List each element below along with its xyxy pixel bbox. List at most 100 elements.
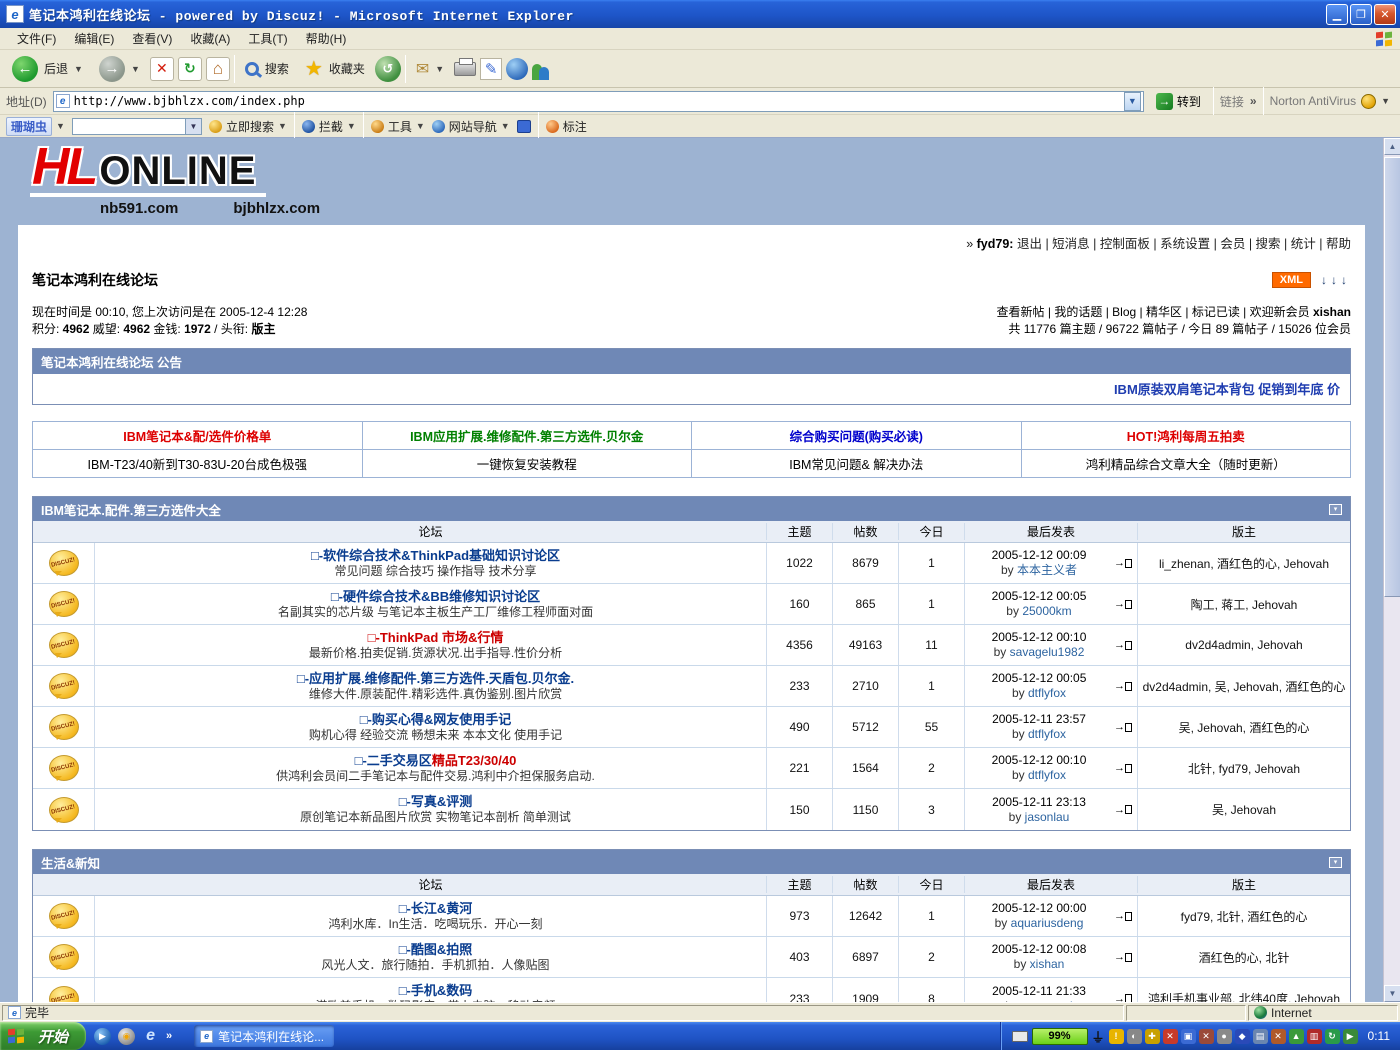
mail-dropdown-icon[interactable]: ▼	[435, 64, 444, 74]
vertical-scrollbar[interactable]: ▲ ▼	[1383, 138, 1400, 1002]
forum-title-link[interactable]: □-应用扩展.维修配件.第三方选件.天盾包.贝尔金.	[105, 671, 766, 687]
promo-link[interactable]: IBM常见问题& 解决办法	[692, 450, 1022, 478]
user-link[interactable]: 短消息	[1052, 237, 1090, 251]
refresh-button[interactable]: ↻	[178, 57, 202, 81]
coral-block-button[interactable]: 拦截 ▼	[302, 118, 356, 135]
address-dropdown-icon[interactable]: ▼	[1124, 92, 1141, 111]
forum-title-link[interactable]: □-酷图&拍照	[105, 942, 766, 958]
magnifier-tray-icon[interactable]: ●	[1217, 1029, 1232, 1044]
offline-monitor-icon[interactable]: ✕	[1163, 1029, 1178, 1044]
antivirus-icon[interactable]: ✚	[1145, 1029, 1160, 1044]
collapse-icon[interactable]: ▾	[1329, 857, 1342, 868]
user-link[interactable]: 搜索	[1256, 237, 1281, 251]
links-chevron-icon[interactable]: »	[1250, 94, 1257, 108]
goto-last-post-icon[interactable]: →	[1114, 910, 1132, 922]
start-button[interactable]: 开始	[0, 1022, 86, 1050]
quick-link[interactable]: 我的话题	[1054, 305, 1102, 319]
close-button[interactable]: ✕	[1374, 4, 1396, 25]
moderators[interactable]: 酒红色的心, 北针	[1138, 937, 1350, 977]
address-input[interactable]: e http://www.bjbhlzx.com/index.php ▼	[53, 91, 1144, 112]
norton-toolbar[interactable]: Norton AntiVirus ▼	[1270, 94, 1394, 109]
notepad-icon[interactable]	[517, 120, 531, 133]
home-button[interactable]: ⌂	[206, 57, 230, 81]
quick-link[interactable]: 标记已读	[1192, 305, 1240, 319]
moderators[interactable]: 陶工, 蒋工, Jehovah	[1138, 584, 1350, 624]
user-link[interactable]: 系统设置	[1160, 237, 1210, 251]
winamp-tray-icon[interactable]: ◐	[1127, 1029, 1142, 1044]
goto-last-post-icon[interactable]: →	[1114, 639, 1132, 651]
last-post-author[interactable]: aquariusdeng	[1011, 916, 1084, 930]
moderators[interactable]: 吴, Jehovah	[1138, 789, 1350, 830]
last-post-author[interactable]: xishan	[1030, 957, 1065, 971]
network-icon[interactable]: ▣	[1181, 1029, 1196, 1044]
user-link[interactable]: 控制面板	[1100, 237, 1150, 251]
menu-help[interactable]: 帮助(H)	[297, 28, 356, 49]
coral-tools-button[interactable]: 工具 ▼	[371, 118, 425, 135]
forum-title-link[interactable]: □-手机&数码	[105, 983, 766, 999]
monitor-error-icon[interactable]: ✕	[1199, 1029, 1214, 1044]
keyboard-icon[interactable]	[1012, 1031, 1028, 1042]
go-button[interactable]: → 转到	[1150, 92, 1207, 111]
coral-nav-button[interactable]: 网站导航 ▼	[432, 118, 510, 135]
user-link[interactable]: 退出	[1017, 237, 1042, 251]
goto-last-post-icon[interactable]: →	[1114, 557, 1132, 569]
scrollbar-thumb[interactable]	[1384, 157, 1400, 597]
favorites-button[interactable]: ★ 收藏夹	[299, 56, 371, 81]
promo-link[interactable]: IBM应用扩展.维修配件.第三方选件.贝尔金	[362, 422, 692, 450]
history-button[interactable]: ↺	[375, 56, 401, 82]
menu-favorites[interactable]: 收藏(A)	[181, 28, 239, 49]
winamp-icon[interactable]: ◉	[118, 1028, 135, 1045]
scroll-up-icon[interactable]: ▲	[1384, 138, 1400, 155]
goto-last-post-icon[interactable]: →	[1114, 804, 1132, 816]
taskbar-window-button[interactable]: e 笔记本鸿利在线论...	[194, 1025, 334, 1047]
shield-icon[interactable]: !	[1109, 1029, 1124, 1044]
goto-last-post-icon[interactable]: →	[1114, 598, 1132, 610]
moderators[interactable]: 鸿利手机事业部, 北纬40度, Jehovah	[1138, 978, 1350, 1002]
moderators[interactable]: dv2d4admin, 吴, Jehovah, 酒红色的心	[1138, 666, 1350, 706]
scroll-down-icon[interactable]: ▼	[1384, 985, 1400, 1002]
promo-link[interactable]: 鸿利精品综合文章大全（随时更新）	[1021, 450, 1351, 478]
forum-title-link[interactable]: □-购买心得&网友使用手记	[105, 712, 766, 728]
promo-link[interactable]: 一键恢复安装教程	[362, 450, 692, 478]
links-label[interactable]: 链接	[1220, 93, 1244, 110]
show-desktop-icon[interactable]: ▶	[1343, 1029, 1358, 1044]
battery-meter[interactable]: 99%	[1032, 1028, 1088, 1045]
coral-search-button[interactable]: 立即搜索 ▼	[209, 118, 287, 135]
coral-input-dropdown-icon[interactable]: ▼	[185, 119, 201, 134]
stop-button[interactable]: ✕	[150, 57, 174, 81]
back-button[interactable]: ← 后退 ▼	[6, 56, 89, 82]
forward-button[interactable]: → ▼	[93, 56, 146, 82]
promo-link[interactable]: 综合购买问题(购买必读)	[692, 422, 1022, 450]
media-player-icon[interactable]: ▶	[94, 1028, 111, 1045]
last-post-author[interactable]: 25000km	[1022, 604, 1071, 618]
menu-file[interactable]: 文件(F)	[8, 28, 65, 49]
last-post-author[interactable]: 本本主义者	[1017, 563, 1077, 577]
coral-brand[interactable]: 珊瑚虫	[6, 117, 52, 136]
xml-badge[interactable]: XML	[1272, 272, 1311, 288]
scroll-arrows-icon[interactable]: ↓↓↓	[1321, 273, 1351, 287]
goto-last-post-icon[interactable]: →	[1114, 951, 1132, 963]
new-member-name[interactable]: xishan	[1313, 305, 1351, 319]
mail-button[interactable]: ✉ ▼	[410, 59, 450, 79]
menu-edit[interactable]: 编辑(E)	[65, 28, 123, 49]
last-post-author[interactable]: dtflyfox	[1028, 768, 1066, 782]
last-post-author[interactable]: dtflyfox	[1028, 686, 1066, 700]
quick-link[interactable]: 查看新帖	[997, 305, 1045, 319]
ie-quicklaunch-icon[interactable]: e	[142, 1028, 159, 1045]
goto-last-post-icon[interactable]: →	[1114, 762, 1132, 774]
coral-search-input[interactable]: ▼	[72, 118, 202, 135]
forum-title-link[interactable]: □-ThinkPad 市场&行情	[105, 630, 766, 646]
quick-link[interactable]: 精华区	[1146, 305, 1182, 319]
user-link[interactable]: 会员	[1220, 237, 1245, 251]
restore-button[interactable]: ❐	[1350, 4, 1372, 25]
forum-title-link[interactable]: □-硬件综合技术&BB维修知识讨论区	[105, 589, 766, 605]
forward-dropdown-icon[interactable]: ▼	[131, 64, 140, 74]
goto-last-post-icon[interactable]: →	[1114, 721, 1132, 733]
forum-title-link[interactable]: □-长江&黄河	[105, 901, 766, 917]
print-button[interactable]	[454, 62, 476, 76]
goto-last-post-icon[interactable]: →	[1114, 993, 1132, 1003]
forum-title-link[interactable]: □-软件综合技术&ThinkPad基础知识讨论区	[105, 548, 766, 564]
back-dropdown-icon[interactable]: ▼	[74, 64, 83, 74]
computer-icon[interactable]: ▤	[1253, 1029, 1268, 1044]
last-post-author[interactable]: wangagui	[1021, 999, 1072, 1003]
